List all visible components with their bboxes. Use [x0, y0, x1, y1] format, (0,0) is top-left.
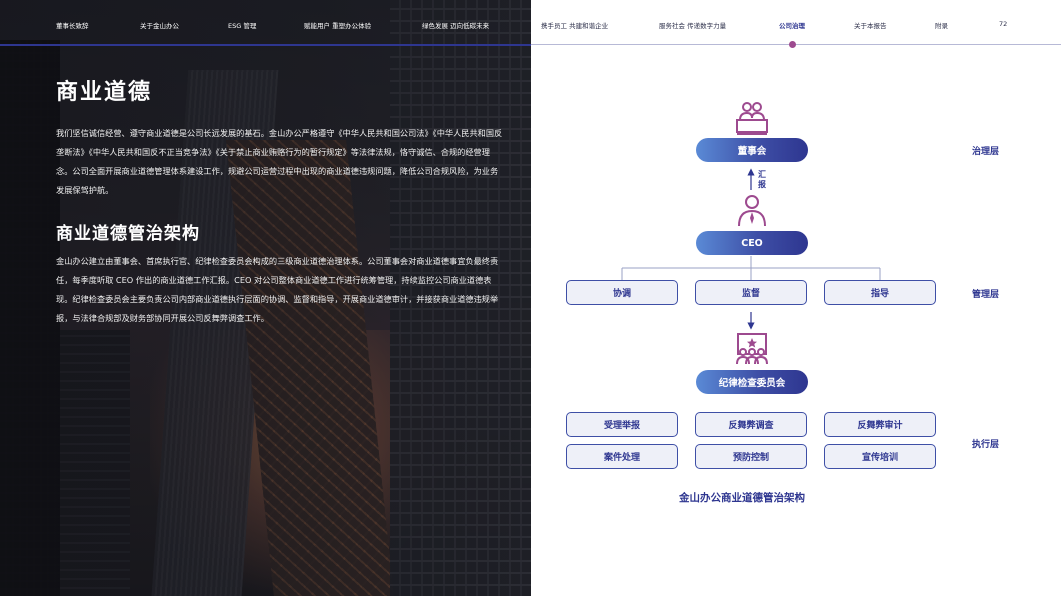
execution-box-case-handling: 案件处理	[566, 444, 678, 469]
layer-label-governance: 治理层	[972, 147, 1000, 157]
execution-box-fraud-investigation: 反舞弊调查	[695, 412, 807, 437]
report-label: 汇报	[758, 170, 766, 189]
layer-label-execution: 执行层	[972, 440, 1000, 450]
ceo-pill: CEO	[696, 231, 808, 255]
committee-group-icon	[736, 333, 768, 365]
board-pill: 董事会	[696, 138, 808, 162]
management-box-supervise: 监督	[695, 280, 807, 305]
committee-pill: 纪律检查委员会	[696, 370, 808, 394]
ceo-person-icon	[738, 195, 766, 227]
chart-caption: 金山办公商业道德管治架构	[679, 492, 805, 504]
management-box-coordinate: 协调	[566, 280, 678, 305]
management-box-guide: 指导	[824, 280, 936, 305]
execution-box-fraud-audit: 反舞弊审计	[824, 412, 936, 437]
execution-box-report-intake: 受理举报	[566, 412, 678, 437]
execution-box-training: 宣传培训	[824, 444, 936, 469]
layer-label-management: 管理层	[972, 290, 1000, 300]
board-meeting-icon	[736, 102, 768, 135]
execution-box-prevention: 预防控制	[695, 444, 807, 469]
